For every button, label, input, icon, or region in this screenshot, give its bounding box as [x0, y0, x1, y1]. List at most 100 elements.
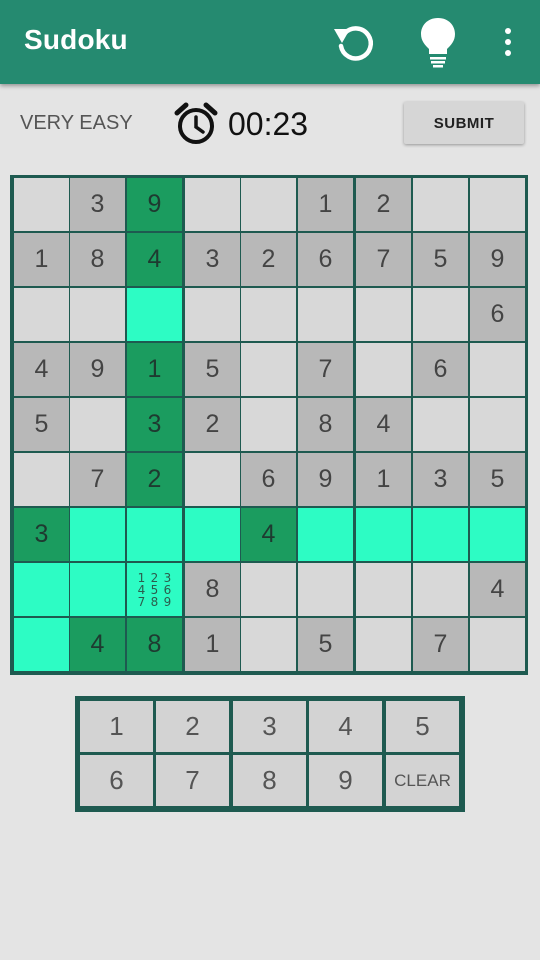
- sudoku-cell-r2-c7[interactable]: 7: [356, 233, 411, 286]
- sudoku-cell-r7-c4[interactable]: [185, 508, 240, 561]
- sudoku-cell-r8-c3[interactable]: 123 456 789: [127, 563, 182, 616]
- sudoku-cell-r3-c9[interactable]: 6: [470, 288, 525, 341]
- sudoku-cell-r9-c9[interactable]: [470, 618, 525, 671]
- sudoku-cell-r9-c1[interactable]: [14, 618, 69, 671]
- sudoku-cell-r4-c7[interactable]: [356, 343, 411, 396]
- number-key-2[interactable]: 2: [156, 701, 229, 752]
- sudoku-cell-r8-c1[interactable]: [14, 563, 69, 616]
- sudoku-cell-r4-c5[interactable]: [241, 343, 296, 396]
- sudoku-cell-r2-c1[interactable]: 1: [14, 233, 69, 286]
- sudoku-cell-r9-c6[interactable]: 5: [298, 618, 353, 671]
- sudoku-cell-r9-c7[interactable]: [356, 618, 411, 671]
- sudoku-cell-r7-c1[interactable]: 3: [14, 508, 69, 561]
- sudoku-cell-r4-c2[interactable]: 9: [70, 343, 125, 396]
- number-key-9[interactable]: 9: [309, 755, 382, 806]
- sudoku-cell-r6-c9[interactable]: 5: [470, 453, 525, 506]
- number-key-4[interactable]: 4: [309, 701, 382, 752]
- sudoku-cell-r1-c5[interactable]: [241, 178, 296, 231]
- number-key-6[interactable]: 6: [80, 755, 153, 806]
- sudoku-cell-r7-c3[interactable]: [127, 508, 182, 561]
- sudoku-cell-r1-c8[interactable]: [413, 178, 468, 231]
- sudoku-cell-r3-c3[interactable]: [127, 288, 182, 341]
- sudoku-cell-r6-c8[interactable]: 3: [413, 453, 468, 506]
- sudoku-cell-r9-c3[interactable]: 8: [127, 618, 182, 671]
- note-digit: 2: [150, 570, 159, 585]
- sudoku-cell-r1-c3[interactable]: 9: [127, 178, 182, 231]
- sudoku-cell-r6-c2[interactable]: 7: [70, 453, 125, 506]
- sudoku-cell-r1-c2[interactable]: 3: [70, 178, 125, 231]
- sudoku-cell-r7-c8[interactable]: [413, 508, 468, 561]
- sudoku-cell-r5-c3[interactable]: 3: [127, 398, 182, 451]
- refresh-button[interactable]: [326, 14, 382, 70]
- sudoku-cell-r5-c7[interactable]: 4: [356, 398, 411, 451]
- sudoku-cell-r9-c5[interactable]: [241, 618, 296, 671]
- sudoku-cell-r8-c2[interactable]: [70, 563, 125, 616]
- sudoku-cell-r1-c4[interactable]: [185, 178, 240, 231]
- sudoku-cell-r5-c6[interactable]: 8: [298, 398, 353, 451]
- sudoku-cell-r5-c8[interactable]: [413, 398, 468, 451]
- sudoku-cell-r7-c5[interactable]: 4: [241, 508, 296, 561]
- sudoku-cell-r3-c5[interactable]: [241, 288, 296, 341]
- sudoku-cell-r4-c4[interactable]: 5: [185, 343, 240, 396]
- sudoku-cell-r6-c1[interactable]: [14, 453, 69, 506]
- sudoku-cell-r7-c7[interactable]: [356, 508, 411, 561]
- sudoku-cell-r3-c7[interactable]: [356, 288, 411, 341]
- sudoku-cell-r8-c5[interactable]: [241, 563, 296, 616]
- number-key-8[interactable]: 8: [233, 755, 306, 806]
- sudoku-cell-r4-c1[interactable]: 4: [14, 343, 69, 396]
- sudoku-cell-r9-c2[interactable]: 4: [70, 618, 125, 671]
- sudoku-cell-r6-c4[interactable]: [185, 453, 240, 506]
- sudoku-cell-r1-c1[interactable]: [14, 178, 69, 231]
- sudoku-cell-r1-c6[interactable]: 1: [298, 178, 353, 231]
- sudoku-cell-r9-c4[interactable]: 1: [185, 618, 240, 671]
- sudoku-cell-r3-c4[interactable]: [185, 288, 240, 341]
- sudoku-cell-r1-c9[interactable]: [470, 178, 525, 231]
- sudoku-cell-r3-c6[interactable]: [298, 288, 353, 341]
- hint-button[interactable]: [410, 14, 466, 70]
- sudoku-cell-r3-c8[interactable]: [413, 288, 468, 341]
- sudoku-cell-r4-c8[interactable]: 6: [413, 343, 468, 396]
- number-key-3[interactable]: 3: [233, 701, 306, 752]
- sudoku-cell-r6-c3[interactable]: 2: [127, 453, 182, 506]
- sudoku-cell-r3-c2[interactable]: [70, 288, 125, 341]
- sudoku-cell-r4-c3[interactable]: 1: [127, 343, 182, 396]
- sudoku-cell-r6-c5[interactable]: 6: [241, 453, 296, 506]
- sudoku-cell-r9-c8[interactable]: 7: [413, 618, 468, 671]
- note-digit: 8: [150, 594, 159, 609]
- sudoku-cell-r2-c3[interactable]: 4: [127, 233, 182, 286]
- sudoku-cell-r5-c5[interactable]: [241, 398, 296, 451]
- sudoku-cell-r1-c7[interactable]: 2: [356, 178, 411, 231]
- sudoku-cell-r5-c4[interactable]: 2: [185, 398, 240, 451]
- sudoku-cell-r3-c1[interactable]: [14, 288, 69, 341]
- number-key-1[interactable]: 1: [80, 701, 153, 752]
- sudoku-cell-r8-c7[interactable]: [356, 563, 411, 616]
- sudoku-cell-r2-c8[interactable]: 5: [413, 233, 468, 286]
- sudoku-cell-r8-c4[interactable]: 8: [185, 563, 240, 616]
- note-digit: 4: [137, 582, 146, 597]
- sudoku-cell-r7-c2[interactable]: [70, 508, 125, 561]
- submit-button[interactable]: SUBMIT: [404, 102, 524, 144]
- sudoku-cell-r6-c6[interactable]: 9: [298, 453, 353, 506]
- sudoku-cell-r2-c4[interactable]: 3: [185, 233, 240, 286]
- sudoku-cell-r2-c9[interactable]: 9: [470, 233, 525, 286]
- sudoku-cell-r6-c7[interactable]: 1: [356, 453, 411, 506]
- sudoku-cell-r5-c2[interactable]: [70, 398, 125, 451]
- sudoku-cell-r8-c6[interactable]: [298, 563, 353, 616]
- sudoku-cell-r4-c9[interactable]: [470, 343, 525, 396]
- number-key-5[interactable]: 5: [386, 701, 459, 752]
- sudoku-cell-r5-c1[interactable]: 5: [14, 398, 69, 451]
- alarm-clock-icon: [174, 102, 218, 144]
- number-key-7[interactable]: 7: [156, 755, 229, 806]
- sudoku-cell-r2-c5[interactable]: 2: [241, 233, 296, 286]
- note-digit: 9: [163, 594, 172, 609]
- sudoku-cell-r4-c6[interactable]: 7: [298, 343, 353, 396]
- more-options-button[interactable]: [480, 14, 536, 70]
- sudoku-cell-r5-c9[interactable]: [470, 398, 525, 451]
- sudoku-cell-r7-c6[interactable]: [298, 508, 353, 561]
- sudoku-cell-r2-c6[interactable]: 6: [298, 233, 353, 286]
- clear-key[interactable]: CLEAR: [386, 755, 459, 806]
- sudoku-cell-r7-c9[interactable]: [470, 508, 525, 561]
- sudoku-cell-r2-c2[interactable]: 8: [70, 233, 125, 286]
- sudoku-cell-r8-c9[interactable]: 4: [470, 563, 525, 616]
- sudoku-cell-r8-c8[interactable]: [413, 563, 468, 616]
